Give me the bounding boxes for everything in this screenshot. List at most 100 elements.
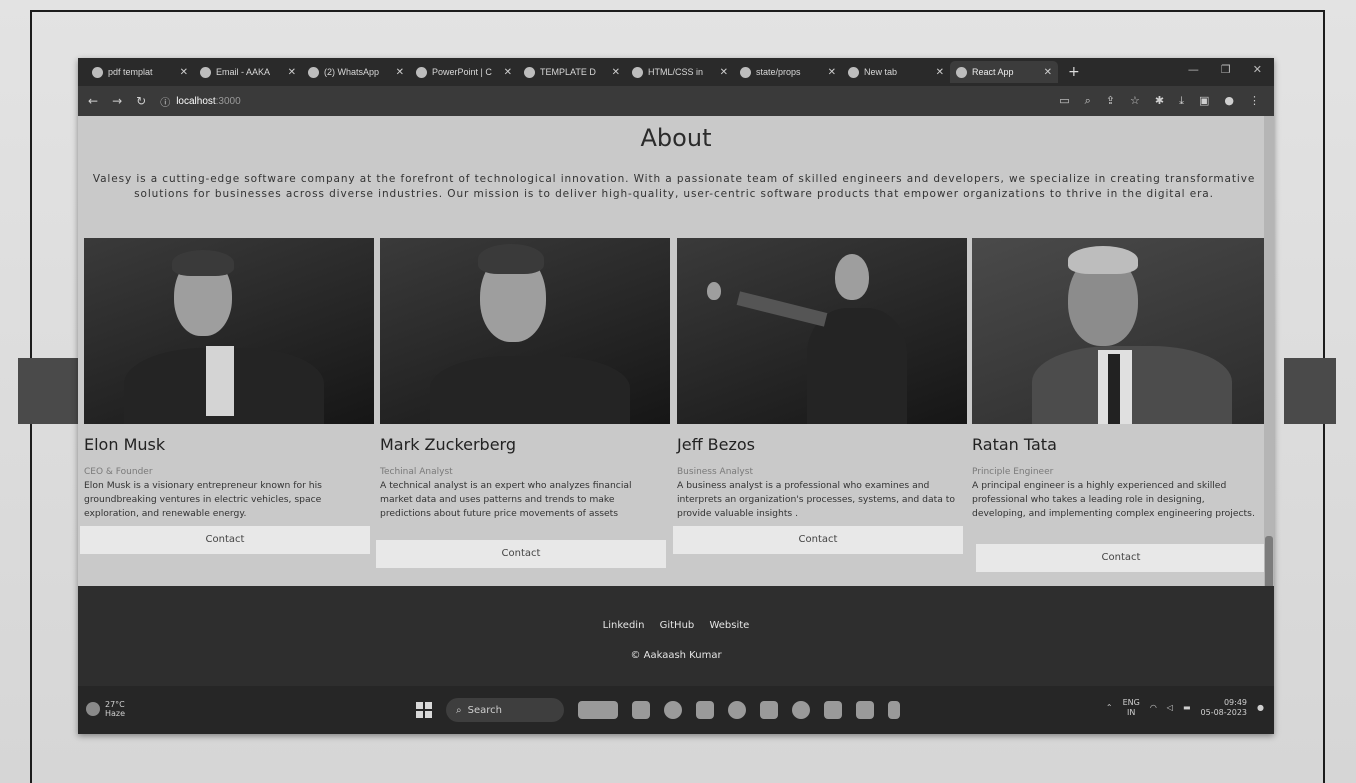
member-role: Business Analyst — [677, 467, 753, 477]
tab-favicon-icon — [632, 66, 643, 78]
chrome-icon[interactable] — [728, 701, 746, 719]
member-name: Mark Zuckerberg — [380, 435, 517, 454]
site-footer: Linkedin GitHub Website © Aakaash Kumar — [78, 586, 1274, 686]
footer-link-website[interactable]: Website — [709, 620, 749, 631]
window-controls: — ❐ ✕ — [1188, 63, 1262, 76]
menu-kebab-icon[interactable]: ⋮ — [1249, 94, 1260, 108]
weather-widget[interactable]: 27°C Haze — [86, 700, 125, 718]
file-explorer-icon[interactable] — [632, 701, 650, 719]
tab-label: pdf templat — [108, 67, 153, 77]
tray-chevron-icon[interactable]: ⌃ — [1106, 703, 1113, 713]
member-name: Jeff Bezos — [677, 435, 756, 454]
about-paragraph: Valesy is a cutting-edge software compan… — [92, 173, 1256, 200]
language-top: ENG — [1122, 698, 1140, 707]
site-info-icon[interactable]: ⓘ — [160, 94, 170, 109]
share-icon[interactable]: ⇪ — [1106, 94, 1115, 108]
tab-close-icon[interactable]: ✕ — [180, 67, 188, 78]
address-bar: ← → ↻ ⓘ localhost:3000 ▭ ⌕ ⇪ ☆ ✱ ⤓ ▣ ● ⋮ — [78, 86, 1274, 116]
browser-tab[interactable]: state/props ✕ — [734, 61, 842, 83]
document-icon[interactable] — [888, 701, 900, 719]
app-icon[interactable] — [792, 701, 810, 719]
contact-button[interactable]: Contact — [80, 526, 370, 554]
reload-icon[interactable]: ↻ — [136, 94, 146, 108]
tab-label: state/props — [756, 67, 801, 77]
browser-tab[interactable]: New tab ✕ — [842, 61, 950, 83]
back-icon[interactable]: ← — [88, 94, 98, 108]
footer-copyright: © Aakaash Kumar — [630, 650, 722, 661]
contact-button[interactable]: Contact — [376, 540, 666, 568]
wifi-icon[interactable]: ◠ — [1150, 703, 1157, 713]
bookmark-star-icon[interactable]: ☆ — [1130, 94, 1140, 108]
taskbar-search[interactable]: ⌕ Search — [446, 698, 564, 722]
contact-button[interactable]: Contact — [976, 544, 1266, 572]
member-description: A business analyst is a professional who… — [677, 480, 955, 519]
team-cards: Elon Musk CEO & Founder Elon Musk is a v… — [78, 238, 1274, 638]
browser-tab[interactable]: Email - AAKA ✕ — [194, 61, 302, 83]
footer-link-github[interactable]: GitHub — [660, 620, 695, 631]
browser-tab[interactable]: PowerPoint | C ✕ — [410, 61, 518, 83]
tab-close-icon[interactable]: ✕ — [504, 67, 512, 78]
browser-tab[interactable]: React App ✕ — [950, 61, 1058, 83]
url-field[interactable]: ⓘ localhost:3000 — [160, 94, 241, 109]
system-tray: ⌃ ENG IN ◠ ◁ ▬ 09:49 05-08-2023 ● — [1106, 698, 1264, 718]
tab-label: HTML/CSS in — [648, 67, 704, 77]
zoom-icon[interactable]: ⌕ — [1085, 94, 1091, 108]
tab-close-icon[interactable]: ✕ — [612, 67, 620, 78]
language-bottom: IN — [1127, 708, 1136, 717]
browser-tab[interactable]: pdf templat ✕ — [86, 61, 194, 83]
contact-button[interactable]: Contact — [673, 526, 963, 554]
language-indicator[interactable]: ENG IN — [1123, 698, 1140, 718]
minimize-icon[interactable]: — — [1188, 63, 1199, 76]
vscode-icon[interactable] — [856, 701, 874, 719]
member-description: Elon Musk is a visionary entrepreneur kn… — [84, 480, 322, 519]
member-name: Elon Musk — [84, 435, 166, 454]
brave-icon[interactable] — [760, 701, 778, 719]
volume-icon[interactable]: ◁ — [1167, 703, 1173, 713]
forward-icon[interactable]: → — [112, 94, 122, 108]
clock[interactable]: 09:49 05-08-2023 — [1201, 698, 1248, 718]
browser-tab[interactable]: (2) WhatsApp ✕ — [302, 61, 410, 83]
tab-close-icon[interactable]: ✕ — [936, 67, 944, 78]
tab-close-icon[interactable]: ✕ — [396, 67, 404, 78]
edge-icon[interactable] — [664, 701, 682, 719]
tab-close-icon[interactable]: ✕ — [288, 67, 296, 78]
team-card: Mark Zuckerberg Techinal Analyst A techn… — [376, 238, 670, 638]
member-description: A technical analyst is an expert who ana… — [380, 480, 632, 519]
footer-link-linkedin[interactable]: Linkedin — [603, 620, 645, 631]
notes-icon[interactable] — [824, 701, 842, 719]
new-tab-button[interactable]: + — [1058, 64, 1090, 80]
browser-tab-bar: pdf templat ✕ Email - AAKA ✕ (2) WhatsApp ✕ Po… — [78, 58, 1274, 86]
tab-favicon-icon — [92, 66, 103, 78]
tab-label: (2) WhatsApp — [324, 67, 380, 77]
tab-favicon-icon — [200, 66, 211, 78]
extensions-icon[interactable]: ✱ — [1155, 94, 1164, 108]
browser-toolbar-icons: ▭ ⌕ ⇪ ☆ ✱ ⤓ ▣ ● ⋮ — [1059, 94, 1260, 108]
member-role: CEO & Founder — [84, 467, 153, 477]
tab-close-icon[interactable]: ✕ — [828, 67, 836, 78]
sidebar-icon[interactable]: ▣ — [1199, 94, 1209, 108]
tab-favicon-icon — [848, 66, 859, 78]
download-icon[interactable]: ⤓ — [1179, 94, 1184, 108]
tab-favicon-icon — [524, 66, 535, 78]
frame-top-line — [30, 10, 1325, 12]
windows-start-icon[interactable] — [416, 702, 432, 718]
restore-icon[interactable]: ❐ — [1221, 63, 1231, 76]
profile-avatar[interactable]: ● — [1224, 94, 1234, 108]
tab-label: Email - AAKA — [216, 67, 271, 77]
tab-favicon-icon — [956, 66, 967, 78]
about-heading: About — [640, 124, 712, 152]
browser-tab[interactable]: TEMPLATE D ✕ — [518, 61, 626, 83]
tab-favicon-icon — [740, 66, 751, 78]
store-icon[interactable] — [696, 701, 714, 719]
tab-close-icon[interactable]: ✕ — [720, 67, 728, 78]
close-window-icon[interactable]: ✕ — [1253, 63, 1262, 76]
tab-label: TEMPLATE D — [540, 67, 596, 77]
tab-close-icon[interactable]: ✕ — [1044, 67, 1052, 78]
team-card: Elon Musk CEO & Founder Elon Musk is a v… — [80, 238, 374, 638]
browser-tab[interactable]: HTML/CSS in ✕ — [626, 61, 734, 83]
weather-icon — [86, 702, 100, 716]
cast-icon[interactable]: ▭ — [1059, 94, 1069, 108]
notification-icon[interactable]: ● — [1257, 703, 1264, 713]
battery-icon[interactable]: ▬ — [1183, 703, 1191, 713]
widgets-icon[interactable] — [578, 701, 618, 719]
